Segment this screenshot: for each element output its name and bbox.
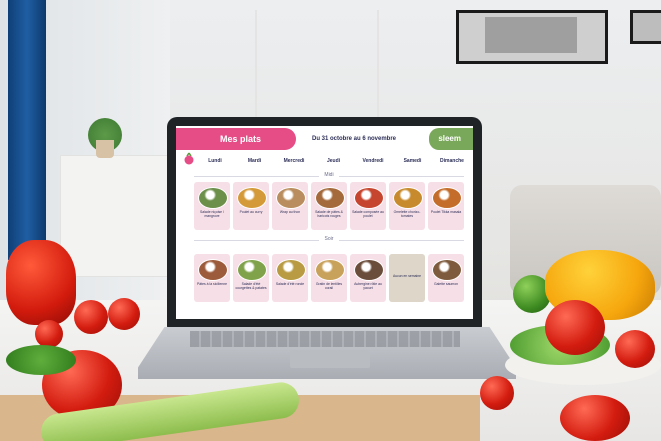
dish-photo [198, 259, 228, 281]
laptop-keyboard [190, 331, 460, 347]
meal-label: Aucun en semaine [392, 274, 422, 278]
dish-photo [237, 259, 267, 281]
brand-logo-text: sleem [438, 134, 461, 143]
laptop-screen: Mes plats Du 31 octobre au 6 novembre sl… [176, 126, 473, 319]
soir-meal-card[interactable]: Galette saumon [428, 254, 464, 302]
wall-frame-small [630, 10, 661, 44]
midi-meal-card[interactable]: Poulet au curry [233, 182, 269, 230]
tomato [545, 300, 605, 355]
meal-label: Aubergine rôtie au yaourt [354, 282, 382, 290]
app-header: Mes plats Du 31 octobre au 6 novembre sl… [176, 126, 473, 152]
soir-meal-card[interactable]: Aucun en semaine [389, 254, 425, 302]
wall-frame-picture [485, 17, 577, 53]
meal-label: Salade niçoise / mangrove [200, 210, 224, 218]
plant-pot [96, 140, 114, 158]
midi-meal-card[interactable]: Salade composée au poulet [350, 182, 386, 230]
herb-leaves [6, 345, 76, 375]
meal-label: Poulet Tikka masala [430, 210, 462, 214]
dish-photo [276, 259, 306, 281]
day-wednesday[interactable]: Mercredi [275, 158, 313, 168]
dish-photo [315, 187, 345, 209]
dish-photo [432, 259, 462, 281]
dish-photo [432, 187, 462, 209]
tomato [480, 376, 514, 410]
dish-photo [276, 187, 306, 209]
meal-label: Wrap au thon [279, 210, 301, 214]
radish-icon [184, 152, 194, 165]
soir-meal-row: Pâtes à la sicilienne Salade d'été courge… [194, 254, 466, 302]
meal-label: Galette saumon [434, 282, 458, 286]
soir-meal-card[interactable]: Aubergine rôtie au yaourt [350, 254, 386, 302]
meal-label: Gratin de lentilles corail [315, 282, 343, 290]
weekday-header: Lundi Mardi Mercredi Jeudi Vendredi Same… [196, 158, 471, 168]
meal-label: Salade d'été ronde [275, 282, 305, 286]
meal-label: Pâtes à la sicilienne [197, 282, 227, 286]
midi-meal-card[interactable]: Salade niçoise / mangrove [194, 182, 230, 230]
midi-meal-card[interactable]: Omelette chorizo-tomates [389, 182, 425, 230]
tomato [74, 300, 108, 334]
midi-meal-card[interactable]: Salade de pâtes & haricots rouges [311, 182, 347, 230]
section-midi-label: Midi [319, 172, 339, 178]
background-shelf [255, 10, 379, 120]
soir-meal-card[interactable]: Pâtes à la sicilienne [194, 254, 230, 302]
tomato [560, 395, 630, 441]
blue-curtain [8, 0, 46, 260]
photo-background: Mes plats Du 31 octobre au 6 novembre sl… [0, 0, 661, 441]
meal-label: Omelette chorizo-tomates [393, 210, 421, 218]
day-tuesday[interactable]: Mardi [236, 158, 274, 168]
date-range: Du 31 octobre au 6 novembre [312, 136, 397, 142]
page-title: Mes plats [220, 134, 262, 144]
soir-meal-card[interactable]: Salade d'été ronde [272, 254, 308, 302]
meal-label: Salade de pâtes & haricots rouges [315, 210, 343, 218]
tomato [108, 298, 140, 330]
tomato [615, 330, 655, 368]
tomato [35, 320, 63, 348]
meal-label: Salade composée au poulet [352, 210, 384, 218]
meal-label: Poulet au curry [239, 210, 263, 214]
day-sunday[interactable]: Dimanche [433, 158, 471, 168]
section-midi: Midi [194, 172, 464, 180]
dish-photo [237, 187, 267, 209]
meal-label: Salade d'été courgettes & patates [235, 282, 267, 290]
midi-meal-card[interactable]: Wrap au thon [272, 182, 308, 230]
dish-photo [315, 259, 345, 281]
soir-meal-card[interactable]: Salade d'été courgettes & patates [233, 254, 269, 302]
section-soir-label: Soir [319, 236, 339, 242]
dish-photo [354, 259, 384, 281]
dish-photo [198, 187, 228, 209]
laptop-trackpad [290, 350, 370, 368]
red-pepper [6, 240, 76, 325]
dish-photo [393, 187, 423, 209]
day-saturday[interactable]: Samedi [394, 158, 432, 168]
section-soir: Soir [194, 236, 464, 244]
dish-photo [354, 187, 384, 209]
soir-meal-card[interactable]: Gratin de lentilles corail [311, 254, 347, 302]
midi-meal-card[interactable]: Poulet Tikka masala [428, 182, 464, 230]
day-thursday[interactable]: Jeudi [315, 158, 353, 168]
day-monday[interactable]: Lundi [196, 158, 234, 168]
wall-frame [456, 10, 608, 64]
midi-meal-row: Salade niçoise / mangrove Poulet au curry… [194, 182, 466, 230]
day-friday[interactable]: Vendredi [354, 158, 392, 168]
side-cabinet [60, 155, 172, 277]
